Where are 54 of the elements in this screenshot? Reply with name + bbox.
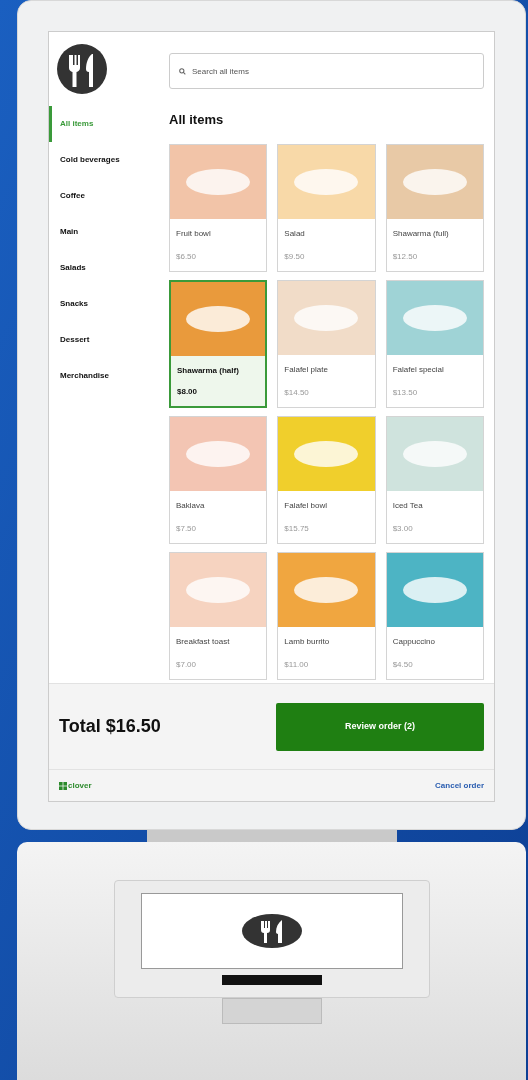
item-name: Shawarma (full) xyxy=(391,227,450,240)
item-price: $14.50 xyxy=(283,386,310,399)
menu-item-card[interactable]: Salad $9.50 xyxy=(277,143,376,272)
item-price: $12.50 xyxy=(391,250,419,263)
item-name: Breakfast toast xyxy=(175,635,231,648)
menu-item-card[interactable]: Shawarma (half) $8.00 xyxy=(169,279,268,408)
item-name: Lamb burrito xyxy=(283,635,331,648)
fork-knife-logo-icon xyxy=(57,44,107,94)
brand-name: clover xyxy=(68,779,92,792)
menu-item-card[interactable]: Falafel special $13.50 xyxy=(385,279,484,408)
category-item[interactable]: Cold beverages xyxy=(49,142,159,178)
menu-item-card[interactable]: Baklava $7.50 xyxy=(169,415,268,544)
menu-item-card[interactable]: Iced Tea $3.00 xyxy=(385,415,484,544)
item-price: $7.00 xyxy=(175,658,198,671)
item-name: Falafel plate xyxy=(283,363,329,376)
category-item[interactable]: Snacks xyxy=(49,286,159,322)
category-item[interactable]: Merchandise xyxy=(49,358,159,394)
order-total: Total $16.50 xyxy=(59,715,161,738)
menu-item-card[interactable]: Shawarma (full) $12.50 xyxy=(385,143,484,272)
item-price: $3.00 xyxy=(391,522,414,535)
item-name: Falafel special xyxy=(391,363,445,376)
menu-item-card[interactable]: Fruit bowl $6.50 xyxy=(169,143,268,272)
item-name: Cappuccino xyxy=(391,635,436,648)
item-price: $6.50 xyxy=(175,250,198,263)
menu-item-card[interactable]: Breakfast toast $7.00 xyxy=(169,551,268,680)
category-item[interactable]: All items xyxy=(49,106,159,142)
item-price: $13.50 xyxy=(391,386,419,399)
item-price: $9.50 xyxy=(283,250,306,263)
clover-leaf-icon xyxy=(59,781,67,790)
search-field[interactable]: Search all items xyxy=(169,53,484,89)
category-item[interactable]: Salads xyxy=(49,250,159,286)
item-name: Baklava xyxy=(175,499,206,512)
menu-item-card[interactable]: Falafel plate $14.50 xyxy=(277,279,376,408)
item-name: Iced Tea xyxy=(391,499,424,512)
menu-item-card[interactable]: Falafel bowl $15.75 xyxy=(277,415,376,544)
cancel-order-link[interactable]: Cancel order xyxy=(435,779,484,792)
review-order-button[interactable]: Review order (2) xyxy=(276,702,484,751)
menu-item-card[interactable]: Lamb burrito $11.00 xyxy=(277,551,376,680)
search-icon xyxy=(179,68,186,75)
menu-item-card[interactable]: Cappuccino $4.50 xyxy=(385,551,484,680)
item-name: Fruit bowl xyxy=(175,227,212,240)
item-name: Shawarma (half) xyxy=(176,364,240,377)
item-price: $15.75 xyxy=(283,522,310,535)
fork-knife-logo-icon xyxy=(241,914,302,948)
item-name: Salad xyxy=(283,227,306,240)
item-price: $7.50 xyxy=(175,522,198,535)
item-price: $8.00 xyxy=(176,385,199,398)
item-price: $11.00 xyxy=(283,658,310,671)
section-heading: All items xyxy=(169,111,225,129)
category-item[interactable]: Coffee xyxy=(49,178,159,214)
item-price: $4.50 xyxy=(391,658,414,671)
category-item[interactable]: Main xyxy=(49,214,159,250)
category-item[interactable]: Dessert xyxy=(49,322,159,358)
item-name: Falafel bowl xyxy=(283,499,328,512)
